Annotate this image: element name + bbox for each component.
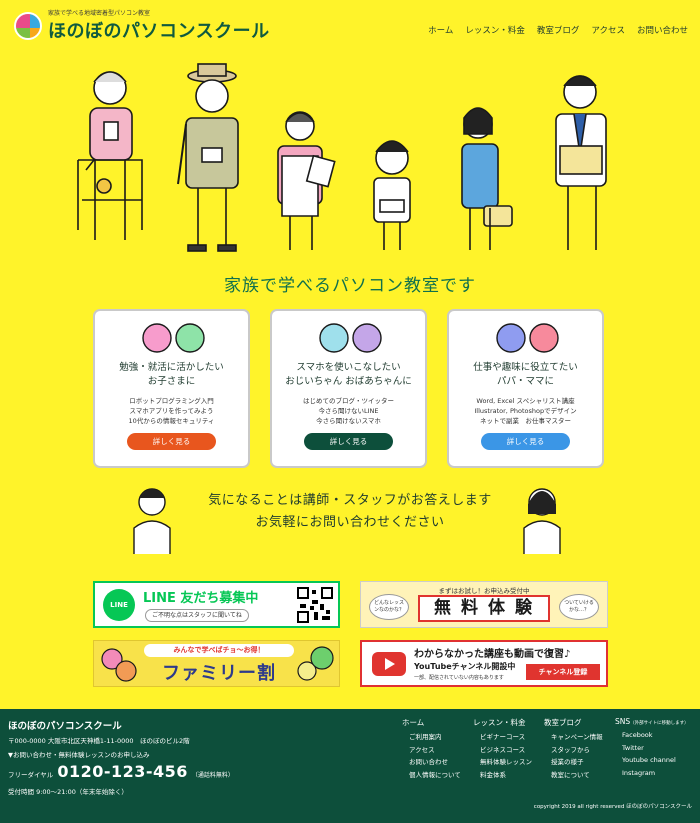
footer-link[interactable]: ビギナーコース — [473, 731, 532, 744]
line-banner-title: LINE 友だち募集中 — [143, 591, 259, 606]
teacher-female-icon — [523, 488, 561, 554]
phone-label: フリーダイヤル — [8, 771, 54, 779]
card-course-list: ロボットプログラミング入門 スマホアプリを作ってみよう 10代からの情報セキュリ… — [128, 397, 215, 425]
line-friends-banner[interactable]: LINE LINE 友だち募集中 ご不明な点はスタッフに聞いてね — [93, 581, 340, 628]
footer-link[interactable]: 料金体系 — [473, 769, 532, 782]
footer-link[interactable]: ビジネスコース — [473, 744, 532, 757]
hero-illustration — [0, 60, 700, 270]
site-tagline: 家族で学べる地域密着型パソコン教室 — [48, 10, 151, 17]
line-banner-sub: ご不明な点はスタッフに聞いてね — [145, 609, 249, 622]
site-name: ほのぼのパソコンスクール — [48, 21, 270, 42]
family-illustration — [77, 63, 607, 252]
site-logo[interactable]: 家族で学べる地域密着型パソコン教室 ほのぼのパソコンスクール — [14, 8, 270, 43]
card-seniors: スマホを使いこなしたい おじいちゃん おばあちゃんに はじめてのブログ・ツイッタ… — [270, 309, 427, 468]
logo-mark-icon — [14, 11, 42, 40]
footer-link[interactable]: 教室について — [544, 769, 603, 782]
details-button-seniors[interactable]: 詳しく見る — [304, 433, 393, 450]
family-discount-banner[interactable]: みんなで学べばチョ～お得！ ファミリー割 — [93, 640, 340, 687]
footer-link-twitter[interactable]: Twitter — [615, 742, 689, 755]
free-trial-banner[interactable]: まずはお試し！お申込み受付中 どんなレッスンなのかな？ 無料体験 ついていけるか… — [360, 581, 608, 628]
footer-link-blog[interactable]: 教室ブログ — [544, 717, 603, 728]
card-children: 勉強・就活に活かしたい お子さまに ロボットプログラミング入門 スマホアプリを作… — [93, 309, 250, 468]
footer-link-youtube[interactable]: Youtube channel — [615, 754, 689, 767]
subscribe-button[interactable]: チャンネル登録 — [526, 664, 600, 680]
card-title: スマホを使いこなしたい おじいちゃん おばあちゃんに — [285, 362, 412, 387]
footer-link[interactable]: 無料体験レッスン — [473, 756, 532, 769]
mother-figure — [277, 111, 336, 250]
parents-faces-icon — [449, 321, 602, 355]
card-title: 仕事や趣味に役立てたい パパ・ママに — [473, 362, 578, 387]
footer-col-sns: SNS（外部サイトに移動します） Facebook Twitter Youtub… — [615, 717, 689, 779]
site-footer: ほのぼのパソコンスクール 〒000-0000 大阪市北区天神橋1-11-0000… — [0, 709, 700, 823]
card-parents: 仕事や趣味に役立てたい パパ・ママに Word, Excel スペシャリスト講座… — [447, 309, 604, 468]
footer-sns-heading: SNS（外部サイトに移動します） — [615, 717, 689, 726]
grandma-figure — [77, 71, 143, 240]
children-faces-icon — [95, 321, 248, 355]
youtube-banner-sub: YouTubeチャンネル開設中 — [414, 662, 516, 671]
family-banner-top: みんなで学べばチョ～お得！ — [144, 644, 294, 657]
line-icon: LINE — [103, 589, 135, 621]
footer-link[interactable]: アクセス — [402, 744, 461, 757]
footer-col-lessons: レッスン・料金 ビギナーコース ビジネスコース 無料体験レッスン 料金体系 — [473, 717, 532, 781]
footer-inquiry-heading: ▼お問い合わせ・無料体験レッスンのお申し込み — [8, 751, 150, 759]
footer-phone: フリーダイヤル 0120-123-456 （通話料無料） — [8, 762, 234, 781]
family-faces-left-icon — [101, 648, 137, 682]
site-header: 家族で学べる地域密着型パソコン教室 ほのぼのパソコンスクール ホーム レッスン・… — [0, 0, 700, 55]
phone-note: （通話料無料） — [191, 772, 234, 779]
nav-home[interactable]: ホーム — [428, 24, 453, 36]
footer-link[interactable]: 授業の様子 — [544, 756, 603, 769]
nav-lessons[interactable]: レッスン・料金 — [465, 24, 525, 36]
phone-number[interactable]: 0120-123-456 — [57, 762, 188, 781]
hero-title: 家族で学べるパソコン教室です — [224, 276, 476, 296]
footer-link[interactable]: スタッフから — [544, 744, 603, 757]
trial-banner-top: まずはお試し！お申込み受付中 — [438, 587, 530, 595]
nav-contact[interactable]: お問い合わせ — [637, 24, 688, 36]
footer-link-facebook[interactable]: Facebook — [615, 729, 689, 742]
father-figure — [555, 75, 607, 250]
trial-right-bubble: ついていけるかな…？ — [559, 594, 599, 620]
family-faces-right-icon — [297, 646, 334, 681]
footer-link-lessons[interactable]: レッスン・料金 — [473, 717, 532, 728]
trial-title-boxes: 無料体験 — [418, 595, 550, 622]
grandpa-figure — [177, 63, 239, 252]
girl-figure — [461, 107, 513, 250]
details-button-children[interactable]: 詳しく見る — [127, 433, 216, 450]
footer-col-home: ホーム ご利用案内 アクセス お問い合わせ 個人情報について — [402, 717, 461, 781]
card-course-list: はじめてのブログ・ツイッター 今さら聞けないLINE 今さら聞けないスマホ — [303, 397, 394, 425]
family-banner-title: ファミリー割 — [162, 663, 276, 684]
footer-col-blog: 教室ブログ キャンペーン情報 スタッフから 授業の様子 教室について — [544, 717, 603, 781]
contact-prompt: 気になることは講師・スタッフがお答えします お気軽にお問い合わせください — [0, 484, 700, 554]
youtube-banner-title: わからなかった講座も動画で復習♪ — [414, 649, 571, 660]
card-title: 勉強・就活に活かしたい お子さまに — [119, 362, 224, 387]
copyright: copyright 2019 all right reserved ほのぼのパソ… — [533, 804, 692, 810]
details-button-parents[interactable]: 詳しく見る — [481, 433, 570, 450]
footer-link-home[interactable]: ホーム — [402, 717, 461, 728]
footer-link[interactable]: キャンペーン情報 — [544, 731, 603, 744]
trial-left-bubble: どんなレッスンなのかな？ — [369, 594, 409, 620]
footer-hours: 受付時間 9:00～21:00（年末年始除く） — [8, 788, 128, 796]
youtube-channel-banner[interactable]: わからなかった講座も動画で復習♪ YouTubeチャンネル開設中 一部、配信され… — [360, 640, 608, 687]
footer-link[interactable]: 個人情報について — [402, 769, 461, 782]
boy-figure — [373, 140, 411, 250]
contact-prompt-text: 気になることは講師・スタッフがお答えします お気軽にお問い合わせください — [208, 493, 492, 530]
main-nav: ホーム レッスン・料金 教室ブログ アクセス お問い合わせ — [428, 24, 688, 36]
qr-code-icon — [296, 586, 334, 624]
trial-banner-title: 無料体験 — [418, 595, 550, 622]
nav-access[interactable]: アクセス — [591, 24, 625, 36]
seniors-faces-icon — [272, 321, 425, 355]
youtube-banner-note: 一部、配信されていない内容もあります — [414, 675, 504, 681]
footer-address: 〒000-0000 大阪市北区天神橋1-11-0000 ほのぼのビル2階 — [8, 737, 190, 745]
footer-link[interactable]: お問い合わせ — [402, 756, 461, 769]
footer-link[interactable]: ご利用案内 — [402, 731, 461, 744]
footer-site-name: ほのぼのパソコンスクール — [8, 721, 122, 732]
youtube-icon — [372, 652, 406, 676]
card-course-list: Word, Excel スペシャリスト講座 Illustrator, Photo… — [474, 397, 577, 425]
nav-blog[interactable]: 教室ブログ — [537, 24, 580, 36]
footer-link-instagram[interactable]: Instagram — [615, 767, 689, 780]
